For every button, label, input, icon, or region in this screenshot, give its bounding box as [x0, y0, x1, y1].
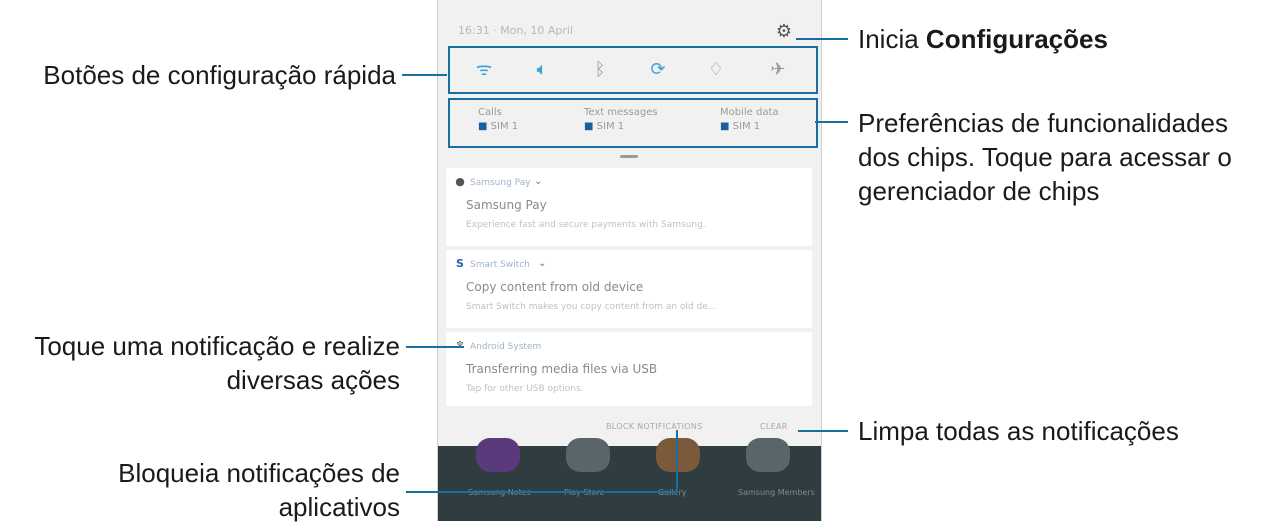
flashlight-icon[interactable]: ♢: [704, 58, 728, 82]
samsung-members-icon[interactable]: [746, 438, 790, 472]
sound-icon[interactable]: 🔈︎: [530, 58, 554, 82]
samsung-notes-icon[interactable]: [476, 438, 520, 472]
callout-sim-preferences: Preferências de funcionalidades dos chip…: [858, 108, 1232, 206]
callout-line-sim: [815, 121, 848, 123]
notification-panel: 16:31 · Mon, 10 April ⚙ ᯤ 🔈︎ ᛒ ⟳ ♢ ✈ Cal…: [437, 0, 822, 521]
callout-block-notifications: Bloqueia notificações de aplicativos: [118, 458, 400, 522]
airplane-icon[interactable]: ✈: [766, 58, 790, 82]
notification-samsung-pay[interactable]: ● Samsung Pay ⌄ Samsung Pay Experience f…: [446, 168, 812, 246]
status-bar-time: 16:31 · Mon, 10 April: [458, 24, 574, 37]
auto-rotate-icon[interactable]: ⟳: [646, 58, 670, 82]
callout-line-block-h: [406, 491, 678, 493]
callout-line-block-v: [676, 430, 678, 493]
callout-notification-tap: Toque uma notificação e realize diversas…: [34, 331, 400, 395]
wifi-icon[interactable]: ᯤ: [472, 58, 496, 82]
home-screen-background: Samsung Notes Play Store Gallery Samsung…: [438, 438, 821, 521]
settings-gear-icon[interactable]: ⚙: [774, 22, 794, 42]
sim-chip-messages[interactable]: Text messages ■ SIM 1: [584, 106, 684, 134]
notification-smart-switch[interactable]: S Smart Switch ⌄ Copy content from old d…: [446, 250, 812, 328]
callout-line-notification: [406, 346, 464, 348]
sim-card-preferences[interactable]: Calls ■ SIM 1 Text messages ■ SIM 1 Mobi…: [448, 98, 818, 148]
chevron-down-icon[interactable]: ⌄: [534, 176, 542, 187]
sim-chip-mobile-data[interactable]: Mobile data ■ SIM 1: [720, 106, 820, 134]
play-store-icon[interactable]: [566, 438, 610, 472]
sim-chip-calls[interactable]: Calls ■ SIM 1: [478, 106, 578, 134]
block-notifications-button[interactable]: BLOCK NOTIFICATIONS: [606, 422, 703, 431]
chevron-down-icon[interactable]: ⌄: [538, 258, 546, 269]
samsung-pay-icon: ●: [455, 175, 465, 188]
bluetooth-icon[interactable]: ᛒ: [588, 58, 612, 82]
callout-settings: Inicia Configurações: [858, 24, 1108, 54]
quick-settings-bar: ᯤ 🔈︎ ᛒ ⟳ ♢ ✈: [448, 46, 818, 94]
callout-line-quick-buttons: [402, 74, 447, 76]
clear-button[interactable]: CLEAR: [760, 422, 788, 431]
callout-line-clear: [798, 430, 848, 432]
callout-quick-buttons: Botões de configuração rápida: [43, 60, 396, 90]
callout-line-settings: [796, 38, 848, 40]
notification-android-system[interactable]: ♆ Android System Transferring media file…: [446, 332, 812, 406]
panel-drag-handle[interactable]: [620, 155, 638, 158]
callout-clear: Limpa todas as notificações: [858, 416, 1179, 446]
smart-switch-icon: S: [456, 257, 464, 270]
gallery-icon[interactable]: [656, 438, 700, 472]
